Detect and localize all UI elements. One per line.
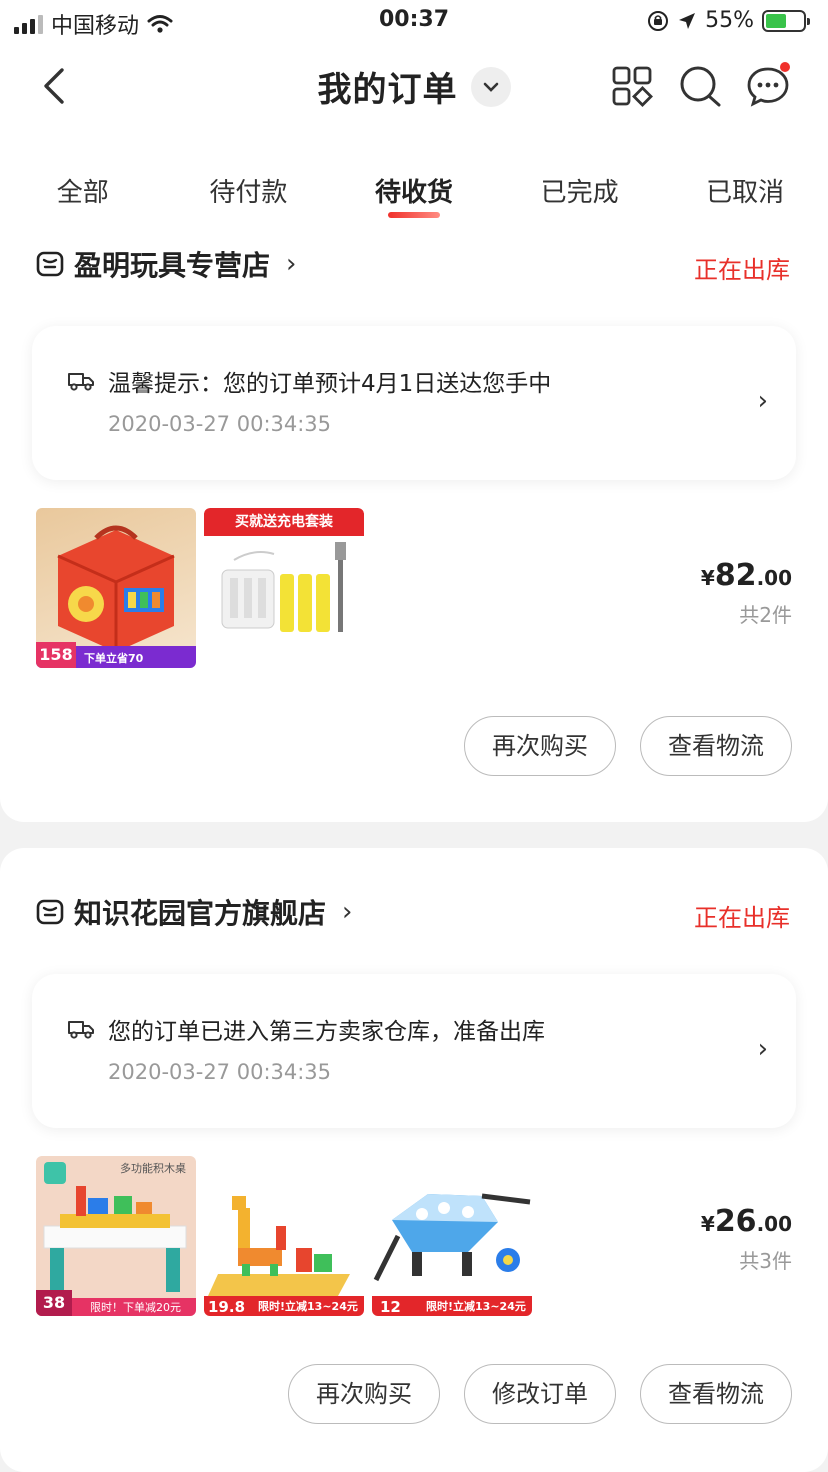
search-icon[interactable]	[678, 64, 722, 108]
shop-name: 知识花园官方旗舰店	[74, 897, 327, 930]
tip-message: 温馨提示：您的订单预计4月1日送达您手中	[108, 371, 552, 397]
shop-link[interactable]: 盈明玩具专营店 ›	[36, 244, 296, 284]
price-badge: 12	[380, 1298, 401, 1316]
modify-order-button[interactable]: 修改订单	[464, 1364, 616, 1424]
message-icon[interactable]	[746, 62, 790, 108]
tab-completed[interactable]: 已完成	[497, 130, 663, 248]
chevron-right-icon: ›	[286, 249, 297, 279]
product-caption: 多功能积木桌	[120, 1162, 186, 1175]
chevron-right-icon: ›	[342, 897, 353, 927]
grid-menu-icon[interactable]	[610, 64, 654, 108]
promo-banner: 限时！下单减20元	[90, 1301, 181, 1314]
product-thumbnail[interactable]: 买就送充电套装	[204, 508, 364, 668]
store-icon	[36, 251, 64, 277]
item-count: 共3件	[739, 1249, 792, 1273]
tip-message: 您的订单已进入第三方卖家仓库，准备出库	[108, 1019, 545, 1045]
buy-again-button[interactable]: 再次购买	[464, 716, 616, 776]
tab-all[interactable]: 全部	[0, 130, 166, 248]
chevron-down-icon[interactable]	[470, 66, 511, 107]
order-card: 知识花园官方旗舰店 › 正在出库 您的订单已进入第三方卖家仓库，准备出库 202…	[0, 848, 828, 1472]
buy-again-button[interactable]: 再次购买	[288, 1364, 440, 1424]
penguin-game-image	[373, 1193, 531, 1282]
order-card: 盈明玩具专营店 › 正在出库 温馨提示：您的订单预计4月1日送达您手中 2020…	[0, 200, 828, 822]
price-badge: 19.8	[208, 1298, 246, 1316]
orientation-lock-icon	[648, 10, 669, 31]
item-count: 共2件	[739, 603, 792, 627]
chevron-right-icon: ›	[757, 386, 768, 416]
product-thumbnail[interactable]: 19.8 限时!立减13~24元	[204, 1156, 364, 1316]
promo-banner: 限时!立减13~24元	[258, 1300, 358, 1313]
logistics-tip[interactable]: 温馨提示：您的订单预计4月1日送达您手中 2020-03-27 00:34:35…	[32, 326, 796, 480]
order-tabs: 全部 待付款 待收货 已完成 已取消	[0, 130, 828, 248]
truck-icon	[68, 373, 94, 391]
order-status: 正在出库	[694, 904, 790, 932]
tip-time: 2020-03-27 00:34:35	[108, 1060, 332, 1084]
product-thumbnail[interactable]: 12 限时!立减13~24元	[372, 1156, 532, 1316]
promo-banner: 下单立省70	[84, 652, 144, 665]
promo-banner: 买就送充电套装	[204, 508, 364, 536]
location-icon	[679, 12, 696, 29]
tab-pending-payment[interactable]: 待付款	[166, 130, 332, 248]
price-badge: 38	[36, 1290, 72, 1316]
tab-pending-receipt[interactable]: 待收货	[331, 130, 497, 248]
page-title[interactable]: 我的订单	[317, 62, 457, 111]
order-status: 正在出库	[694, 256, 790, 284]
shop-link[interactable]: 知识花园官方旗舰店 ›	[36, 892, 352, 932]
battery-icon	[762, 9, 810, 32]
price-badge: 158	[36, 642, 76, 668]
chevron-right-icon: ›	[757, 1034, 768, 1064]
promo-banner: 限时!立减13~24元	[426, 1300, 526, 1313]
tab-indicator	[387, 212, 440, 218]
logistics-tip[interactable]: 您的订单已进入第三方卖家仓库，准备出库 2020-03-27 00:34:35 …	[32, 974, 796, 1128]
order-total: ¥82.00 共2件	[700, 558, 792, 627]
block-giraffe-image	[208, 1196, 350, 1296]
tip-time: 2020-03-27 00:34:35	[108, 412, 332, 436]
nav-header: 我的订单	[0, 44, 828, 130]
notification-dot	[780, 62, 790, 72]
battery-percent: 55%	[705, 8, 754, 33]
view-logistics-button[interactable]: 查看物流	[640, 1364, 792, 1424]
product-thumbnail[interactable]: 多功能积木桌 38 限时！下单减20元	[36, 1156, 196, 1316]
truck-icon	[68, 1021, 94, 1039]
shop-name: 盈明玩具专营店	[74, 249, 271, 282]
product-thumbnail[interactable]: 158 下单立省70	[36, 508, 196, 668]
order-total: ¥26.00 共3件	[700, 1204, 792, 1273]
store-icon	[36, 899, 64, 925]
tab-cancelled[interactable]: 已取消	[662, 130, 828, 248]
status-bar: 中国移动 00:37 55%	[0, 0, 828, 44]
view-logistics-button[interactable]: 查看物流	[640, 716, 792, 776]
